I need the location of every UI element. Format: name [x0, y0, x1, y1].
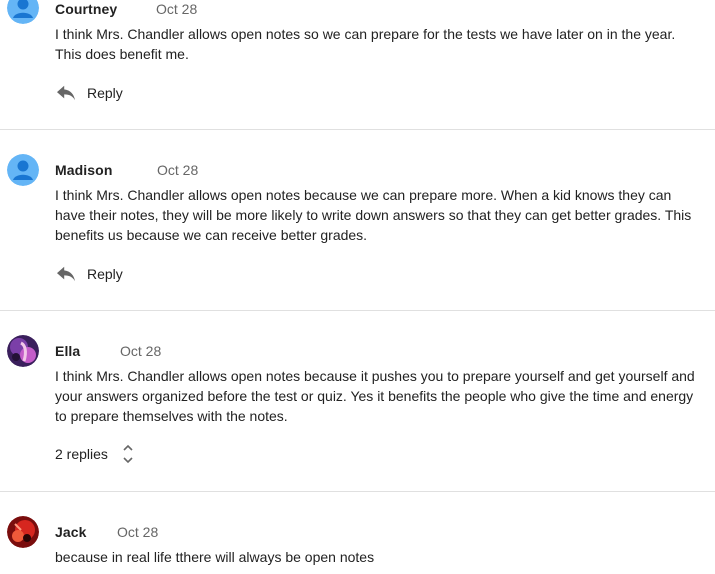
reply-label: Reply	[87, 85, 123, 101]
reply-icon	[57, 85, 75, 101]
avatar[interactable]	[7, 516, 39, 548]
comment-date: Oct 28	[120, 343, 162, 359]
replies-count: 2 replies	[55, 446, 108, 462]
replies-toggle[interactable]: 2 replies	[55, 443, 134, 465]
author-name[interactable]: Jack	[55, 524, 87, 540]
comment-text: I think Mrs. Chandler allows open notes …	[55, 26, 676, 62]
comment-date: Oct 28	[117, 524, 159, 540]
comment-text: I think Mrs. Chandler allows open notes …	[55, 368, 695, 424]
reply-button[interactable]: Reply	[55, 81, 123, 105]
avatar[interactable]	[7, 154, 39, 186]
divider	[0, 310, 715, 311]
avatar[interactable]	[7, 335, 39, 367]
expand-collapse-icon	[123, 444, 133, 464]
author-name[interactable]: Madison	[55, 162, 112, 178]
author-name[interactable]: Ella	[55, 343, 80, 359]
comment-date: Oct 28	[157, 162, 199, 178]
divider	[0, 129, 715, 130]
divider	[0, 491, 715, 492]
reply-label: Reply	[87, 266, 123, 282]
photo-avatar-red	[7, 516, 39, 548]
comment-text: I think Mrs. Chandler allows open notes …	[55, 187, 692, 243]
author-name[interactable]: Courtney	[55, 1, 117, 17]
reply-button[interactable]: Reply	[55, 262, 123, 286]
photo-avatar-purple	[7, 335, 39, 367]
avatar[interactable]	[7, 0, 39, 24]
comment-text: because in real life tthere will always …	[55, 549, 375, 565]
default-person-icon	[7, 154, 39, 186]
comment-date: Oct 28	[156, 1, 198, 17]
reply-icon	[57, 266, 75, 282]
default-person-icon	[7, 0, 39, 24]
